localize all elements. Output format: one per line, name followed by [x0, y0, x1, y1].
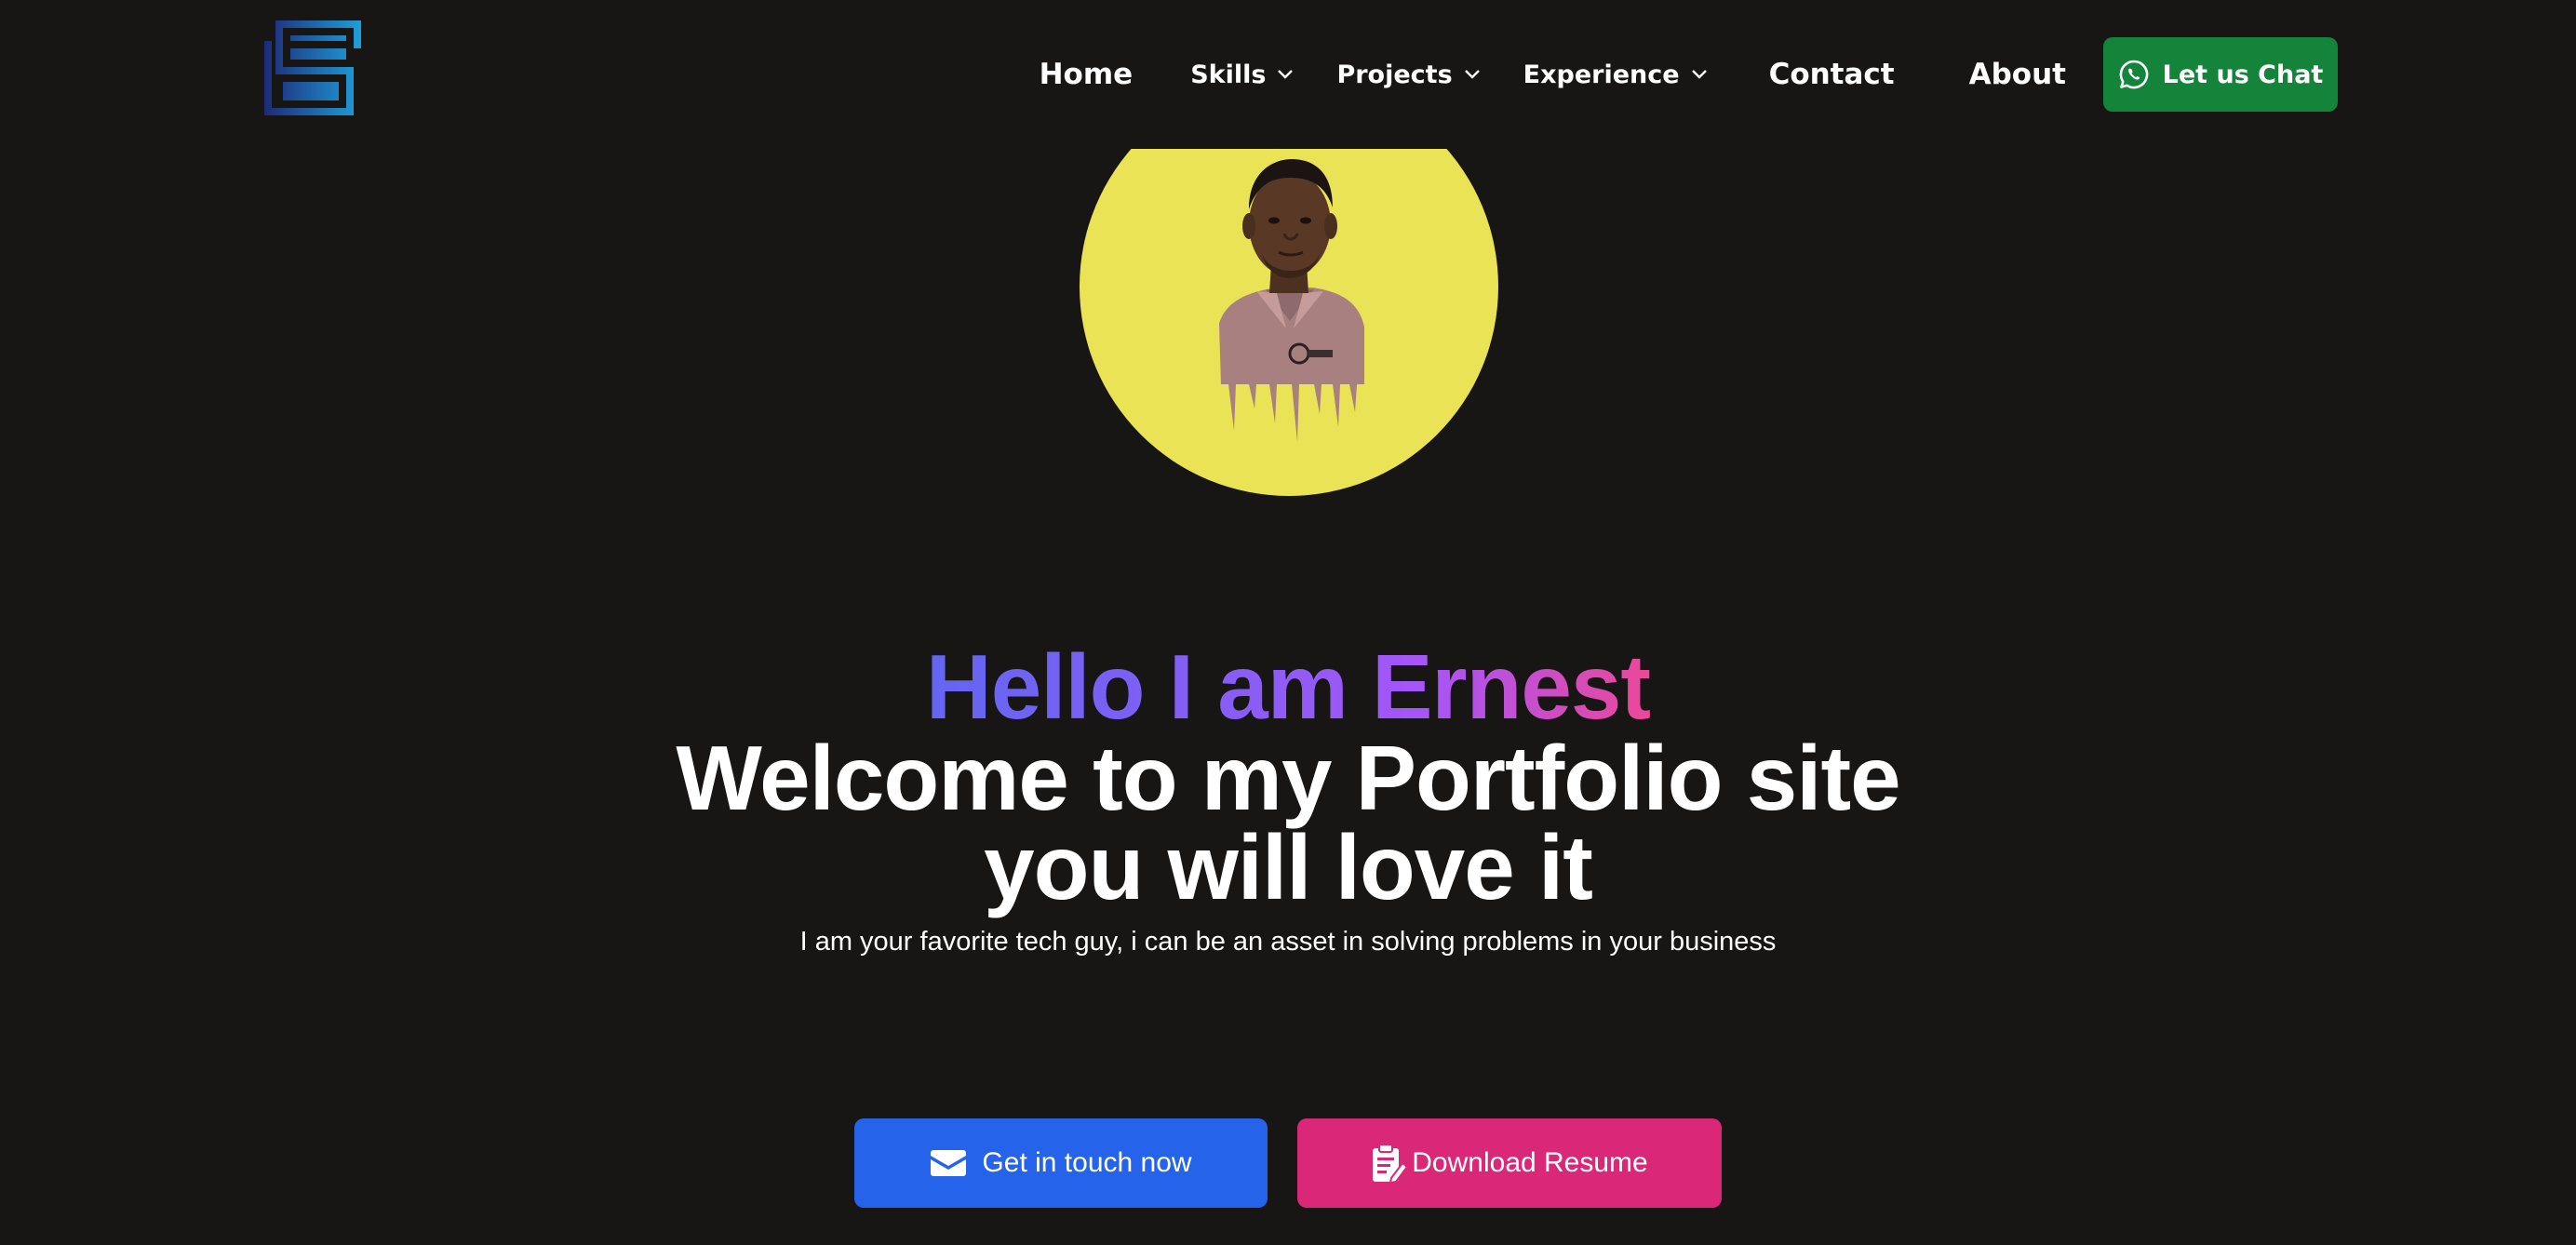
nav-skills-label: Skills [1190, 60, 1267, 89]
nav-contact[interactable]: Contact [1769, 58, 1895, 91]
nav-projects-label: Projects [1336, 60, 1453, 89]
whatsapp-icon [2119, 60, 2148, 89]
profile-avatar [1070, 149, 1498, 498]
nav-experience[interactable]: Experience [1523, 60, 1708, 89]
get-in-touch-label: Get in touch now [982, 1147, 1192, 1178]
chevron-down-icon [1464, 70, 1480, 79]
let-us-chat-label: Let us Chat [2162, 60, 2324, 89]
hero-headline-line2: you will love it [984, 816, 1593, 918]
nav-home[interactable]: Home [1040, 58, 1134, 91]
profile-portrait [1219, 159, 1364, 442]
hero-greeting-text: Hello I am Ernest [925, 636, 1651, 738]
resume-edit-icon [1373, 1144, 1409, 1184]
nav-contact-label: Contact [1768, 58, 1895, 91]
nav-experience-label: Experience [1523, 60, 1680, 89]
nav-home-label: Home [1039, 58, 1134, 91]
download-resume-button[interactable]: Download Resume [1297, 1118, 1722, 1208]
hero-subtitle: I am your favorite tech guy, i can be an… [799, 927, 1777, 957]
hero-headline-line1: Welcome to my Portfolio site [676, 727, 1900, 829]
envelope-icon [931, 1150, 967, 1176]
monogram-logo-icon [264, 20, 361, 115]
chevron-down-icon [1691, 70, 1707, 79]
nav-about[interactable]: About [1969, 58, 2066, 91]
nav-skills[interactable]: Skills [1190, 60, 1294, 89]
nav-projects[interactable]: Projects [1336, 60, 1480, 89]
let-us-chat-button[interactable]: Let us Chat [2103, 37, 2338, 112]
main-nav: Home Skills Projects Experience Contact … [1040, 37, 2338, 112]
download-resume-label: Download Resume [1412, 1147, 1648, 1178]
hero-greeting: Hello I am Ernest [0, 635, 2576, 739]
avatar-circle [1080, 149, 1498, 496]
chevron-down-icon [1278, 70, 1294, 79]
get-in-touch-button[interactable]: Get in touch now [854, 1118, 1268, 1208]
nav-about-label: About [1968, 58, 2066, 91]
logo[interactable] [264, 20, 361, 115]
